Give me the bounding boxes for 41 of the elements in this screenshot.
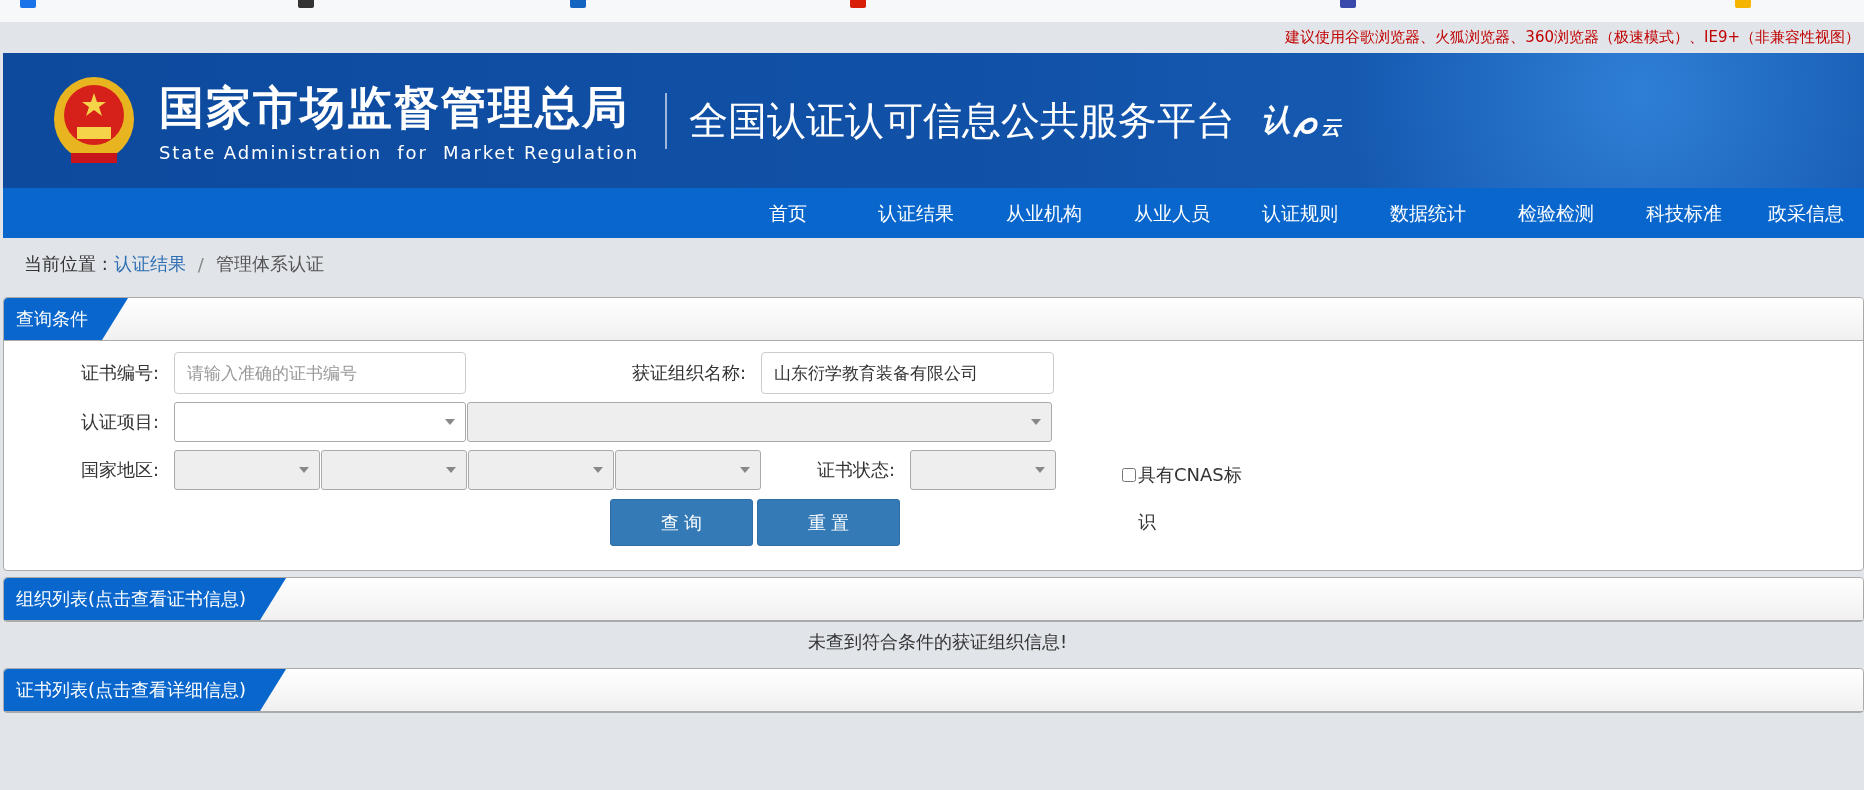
nav-link[interactable]: 从业机构 [980, 188, 1108, 238]
panel-title: 组织列表(点击查看证书信息) [4, 578, 287, 620]
logo-text: 云 [1321, 114, 1342, 141]
field-label: 获证组织名称: [630, 361, 746, 385]
panel-title: 证书列表(点击查看详细信息) [4, 669, 287, 711]
checkbox-label: 具有CNAS标识 [1138, 463, 1242, 534]
text-field[interactable]: 请输入准确的证书编号 [174, 352, 466, 394]
nav-link[interactable]: 数据统计 [1364, 188, 1492, 238]
form-button[interactable]: 重 置 [757, 499, 900, 546]
bookmark-icon[interactable] [20, 0, 36, 8]
field-label: 证书编号: [79, 361, 159, 385]
field-label: 国家地区: [79, 458, 159, 482]
nav-link[interactable]: 认证结果 [852, 188, 980, 238]
platform-title: 全国认证认可信息公共服务平台 [689, 96, 1236, 145]
nav-link[interactable]: 认证规则 [1236, 188, 1364, 238]
bookmark-icon[interactable] [570, 0, 586, 8]
breadcrumb-separator: / [197, 253, 204, 275]
breadcrumb-link[interactable]: 认证结果 [113, 252, 186, 276]
form-button[interactable]: 查 询 [610, 499, 753, 546]
agency-title: 国家市场监督管理总局 [159, 80, 630, 136]
bookmark-icon[interactable] [1340, 0, 1356, 8]
field-label: 认证项目: [79, 410, 159, 434]
nav-link[interactable]: 科技标准 [1620, 188, 1748, 238]
dropdown-field[interactable] [174, 402, 466, 442]
empty-message: 未查到符合条件的获证组织信息! [807, 631, 1068, 652]
text-field[interactable]: 山东衍学教育装备有限公司 [761, 352, 1054, 394]
field-label: 证书状态: [815, 458, 895, 482]
nav-link[interactable]: 从业人员 [1108, 188, 1236, 238]
bookmark-icon[interactable] [1735, 0, 1751, 8]
nav-link[interactable]: 政采信息 [1748, 188, 1864, 238]
breadcrumb-current: 管理体系认证 [215, 252, 324, 276]
agency-subtitle: State Administration for Market Regulation [159, 142, 640, 163]
nav-link[interactable]: 检验检测 [1492, 188, 1620, 238]
bookmark-icon[interactable] [850, 0, 866, 8]
nav-link[interactable]: 首页 [724, 188, 852, 238]
checkbox[interactable] [1122, 468, 1136, 482]
browser-notice: 建议使用谷歌浏览器、火狐浏览器、360浏览器（极速模式）、IE9+（非兼容性视图） [1285, 28, 1860, 47]
logo-text: 认 [1261, 101, 1292, 139]
panel-title: 查询条件 [4, 298, 128, 340]
bookmark-icon[interactable] [298, 0, 314, 8]
breadcrumb-label: 当前位置 : [24, 252, 108, 276]
